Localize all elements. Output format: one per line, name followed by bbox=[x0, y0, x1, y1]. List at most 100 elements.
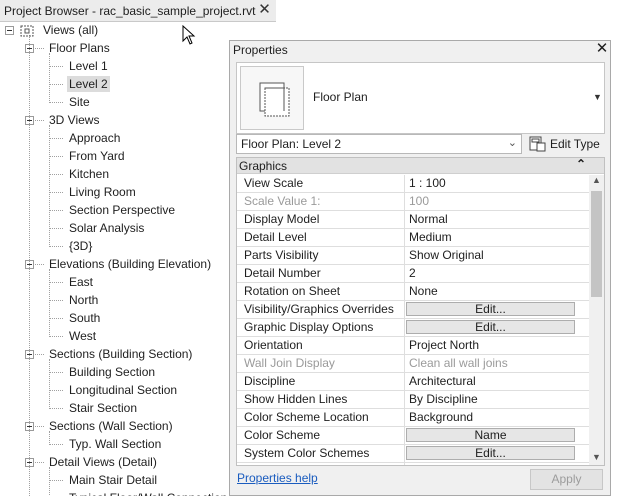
tree-item[interactable]: Views (all) bbox=[41, 21, 100, 39]
tree-item[interactable]: South bbox=[67, 309, 102, 327]
tree-connector bbox=[49, 246, 63, 247]
property-row: Rotation on Sheet None bbox=[237, 283, 589, 301]
tree-item[interactable]: Elevations (Building Elevation) bbox=[47, 255, 213, 273]
collapse-toggle-icon[interactable] bbox=[5, 26, 14, 35]
tree-connector bbox=[49, 480, 63, 481]
tree-item[interactable]: Longitudinal Section bbox=[67, 381, 179, 399]
property-edit-button[interactable]: Edit... bbox=[406, 302, 575, 316]
tree-connector bbox=[49, 359, 50, 409]
property-name: Color Scheme bbox=[244, 428, 321, 442]
tree-connector bbox=[49, 53, 50, 103]
tree-item-label: Kitchen bbox=[69, 167, 110, 181]
collapse-icon[interactable]: ⌃ bbox=[576, 158, 586, 171]
tree-item[interactable]: Level 1 bbox=[67, 57, 110, 75]
tree-item-label: Level 2 bbox=[67, 76, 110, 92]
tree-item[interactable]: Site bbox=[67, 93, 92, 111]
property-edit-button[interactable]: Edit... bbox=[406, 320, 575, 334]
tree-connector bbox=[49, 174, 63, 175]
tree-item[interactable]: North bbox=[67, 291, 100, 309]
tree-item-label: North bbox=[69, 293, 99, 307]
tree-item[interactable]: West bbox=[67, 327, 98, 345]
tree-item[interactable]: 3D Views bbox=[47, 111, 101, 129]
tree-item[interactable]: Level 2 bbox=[67, 75, 110, 93]
property-name: Graphic Display Options bbox=[244, 320, 374, 334]
tree-connector bbox=[49, 210, 63, 211]
property-value[interactable]: None bbox=[409, 284, 438, 298]
tree-item[interactable]: Approach bbox=[67, 129, 122, 147]
tree-item-label: Building Section bbox=[69, 365, 156, 379]
tree-connector bbox=[49, 390, 63, 391]
column-divider bbox=[404, 337, 405, 355]
type-selector[interactable]: Floor Plan ▼ bbox=[236, 62, 605, 134]
tree-connector bbox=[49, 269, 50, 337]
property-row: Wall Join Display Clean all wall joins bbox=[237, 355, 589, 373]
property-value[interactable]: Project North bbox=[409, 338, 479, 352]
property-name: Orientation bbox=[244, 338, 303, 352]
tree-item-label: Elevations (Building Elevation) bbox=[49, 257, 212, 271]
close-icon[interactable]: ✕ bbox=[257, 2, 272, 17]
tree-item[interactable]: Kitchen bbox=[67, 165, 111, 183]
tree-connector bbox=[35, 48, 44, 49]
property-value[interactable]: Medium bbox=[409, 230, 452, 244]
tree-item-label: Section Perspective bbox=[69, 203, 176, 217]
property-value[interactable]: 2 bbox=[409, 266, 416, 280]
scrollbar-thumb[interactable] bbox=[591, 191, 602, 297]
close-icon[interactable]: ✕ bbox=[595, 41, 609, 57]
tree-item[interactable]: Typ. Wall Section bbox=[67, 435, 163, 453]
column-divider bbox=[404, 427, 405, 445]
property-name: View Scale bbox=[244, 176, 304, 190]
scroll-down-icon[interactable]: ▼ bbox=[592, 452, 601, 462]
property-value[interactable]: Normal bbox=[409, 212, 448, 226]
tree-item[interactable]: Detail Views (Detail) bbox=[47, 453, 159, 471]
properties-help-link[interactable]: Properties help bbox=[237, 471, 318, 485]
tree-item[interactable]: Solar Analysis bbox=[67, 219, 146, 237]
property-value[interactable]: 1 : 100 bbox=[409, 176, 446, 190]
tree-connector bbox=[49, 431, 50, 445]
group-header-graphics[interactable]: Graphics ⌃ bbox=[237, 158, 604, 174]
instance-filter-dropdown[interactable]: Floor Plan: Level 2 ⌄ bbox=[236, 134, 522, 154]
property-value[interactable]: None bbox=[409, 464, 438, 465]
tree-connector bbox=[35, 426, 44, 427]
mouse-cursor-icon bbox=[182, 25, 196, 45]
tree-connector bbox=[35, 462, 44, 463]
property-value[interactable]: Architectural bbox=[409, 374, 476, 388]
type-selector-dropdown-icon[interactable]: ▼ bbox=[593, 92, 602, 102]
tree-item[interactable]: Typical Floor/Wall Connection bbox=[67, 489, 229, 496]
property-row: Detail Number 2 bbox=[237, 265, 589, 283]
properties-grid: Graphics ⌃ View Scale 1 : 100 Scale Value … bbox=[236, 157, 605, 466]
apply-button[interactable]: Apply bbox=[530, 469, 603, 490]
tree-item[interactable]: Main Stair Detail bbox=[67, 471, 159, 489]
edit-type-button[interactable]: Edit Type bbox=[528, 134, 606, 154]
property-edit-button[interactable]: Edit... bbox=[406, 446, 575, 460]
column-divider bbox=[404, 193, 405, 211]
column-divider bbox=[404, 445, 405, 463]
properties-scrollbar[interactable]: ▲ ▼ bbox=[589, 175, 604, 465]
tree-item[interactable]: Section Perspective bbox=[67, 201, 177, 219]
tree-item[interactable]: Living Room bbox=[67, 183, 138, 201]
scroll-up-icon[interactable]: ▲ bbox=[592, 175, 601, 185]
tree-connector bbox=[49, 336, 63, 337]
column-divider bbox=[404, 229, 405, 247]
property-value: 100 bbox=[409, 194, 430, 208]
tree-item[interactable]: {3D} bbox=[67, 237, 94, 255]
tree-item[interactable]: Building Section bbox=[67, 363, 157, 381]
property-row: Scale Value 1: 100 bbox=[237, 193, 589, 211]
property-value[interactable]: Background bbox=[409, 410, 473, 424]
property-row: Orientation Project North bbox=[237, 337, 589, 355]
tree-item[interactable]: Floor Plans bbox=[47, 39, 112, 57]
tree-connector bbox=[49, 192, 63, 193]
tree-item-label: Approach bbox=[69, 131, 121, 145]
tree-item[interactable]: From Yard bbox=[67, 147, 127, 165]
properties-title: Properties bbox=[233, 43, 288, 57]
property-edit-button[interactable]: Name bbox=[406, 428, 575, 442]
tree-item-label: Living Room bbox=[69, 185, 136, 199]
property-name: Discipline bbox=[244, 374, 296, 388]
tree-item[interactable]: Sections (Building Section) bbox=[47, 345, 194, 363]
property-value[interactable]: By Discipline bbox=[409, 392, 478, 406]
tree-item[interactable]: Sections (Wall Section) bbox=[47, 417, 175, 435]
tree-item[interactable]: Stair Section bbox=[67, 399, 139, 417]
property-name: Show Hidden Lines bbox=[244, 392, 348, 406]
tree-item[interactable]: East bbox=[67, 273, 95, 291]
property-row: Discipline Architectural bbox=[237, 373, 589, 391]
property-value[interactable]: Show Original bbox=[409, 248, 484, 262]
